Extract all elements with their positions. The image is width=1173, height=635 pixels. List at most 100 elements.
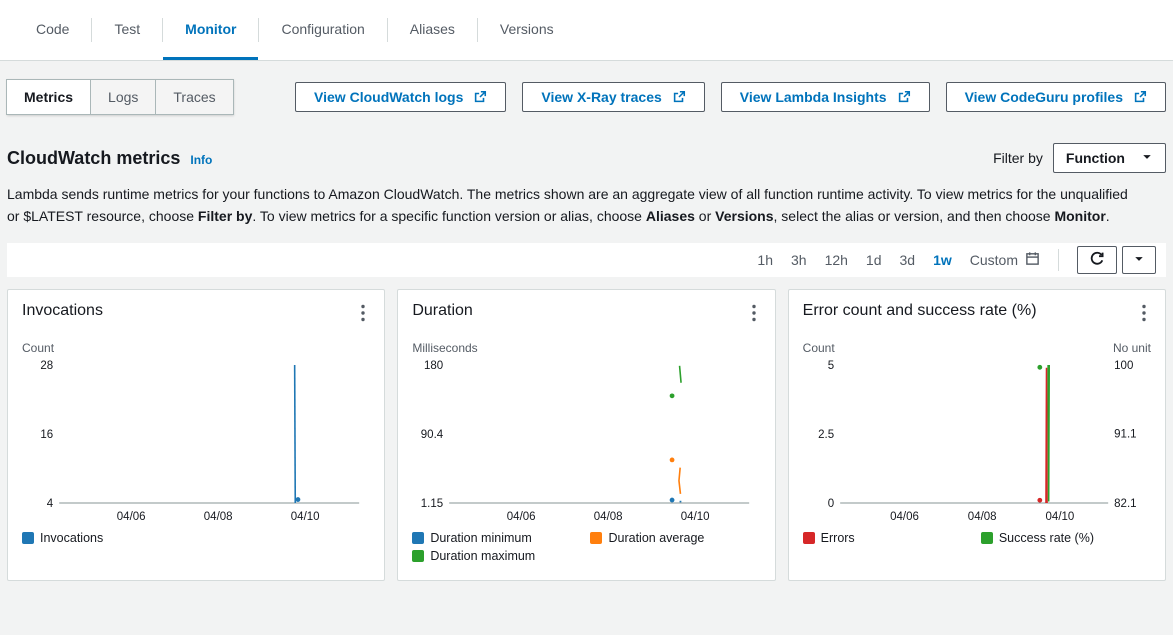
- external-view-buttons: View CloudWatch logs View X-Ray traces Vie…: [295, 82, 1166, 112]
- custom-range-button[interactable]: Custom: [970, 251, 1040, 269]
- tab-monitor[interactable]: Monitor: [163, 0, 258, 60]
- external-link-icon: [1133, 90, 1147, 104]
- legend-swatch: [590, 532, 602, 544]
- legend-swatch: [981, 532, 993, 544]
- legend-item-success-rate[interactable]: Success rate (%): [981, 531, 1151, 545]
- tab-versions[interactable]: Versions: [478, 0, 576, 60]
- refresh-button[interactable]: [1077, 246, 1117, 274]
- calendar-icon: [1025, 251, 1040, 269]
- chart-menu-button[interactable]: [356, 302, 370, 327]
- svg-text:28: 28: [40, 360, 53, 372]
- button-label: View X-Ray traces: [541, 89, 661, 105]
- y-axis-label: Milliseconds: [412, 341, 477, 355]
- external-link-icon: [672, 90, 686, 104]
- y-axis-label-right: No unit: [1113, 341, 1151, 355]
- time-range-toolbar: 1h 3h 12h 1d 3d 1w Custom: [7, 243, 1166, 277]
- tab-aliases[interactable]: Aliases: [388, 0, 477, 60]
- time-ranges: 1h 3h 12h 1d 3d 1w: [757, 252, 951, 268]
- chevron-down-icon: [1141, 150, 1153, 166]
- refresh-button-group: [1077, 246, 1156, 274]
- chart-header: Error count and success rate (%): [803, 302, 1151, 327]
- svg-text:1.15: 1.15: [421, 498, 443, 510]
- svg-text:5: 5: [827, 360, 833, 372]
- chart-card-error-count-and-success-rate: Error count and success rate (%) CountNo …: [788, 289, 1166, 581]
- time-range-1d[interactable]: 1d: [866, 252, 882, 268]
- svg-text:04/08: 04/08: [594, 511, 623, 523]
- svg-text:82.1: 82.1: [1114, 498, 1136, 510]
- external-link-icon: [897, 90, 911, 104]
- legend-item-errors[interactable]: Errors: [803, 531, 973, 545]
- filter-wrap: Filter by Function: [993, 143, 1166, 173]
- axis-unit-labels: Milliseconds: [412, 341, 760, 355]
- button-label: View Lambda Insights: [740, 89, 887, 105]
- legend-label: Errors: [821, 531, 855, 545]
- page-title: CloudWatch metrics: [7, 148, 180, 169]
- tab-code[interactable]: Code: [14, 0, 91, 60]
- view-codeguru-profiles-button[interactable]: View CodeGuru profiles: [946, 82, 1166, 112]
- chart-menu-button[interactable]: [1137, 302, 1151, 327]
- svg-text:91.1: 91.1: [1114, 429, 1136, 441]
- chart-menu-button[interactable]: [747, 302, 761, 327]
- legend-item-invocations[interactable]: Invocations: [22, 531, 192, 545]
- subtab-row: MetricsLogsTraces View CloudWatch logsVi…: [7, 79, 1166, 115]
- view-lambda-insights-button[interactable]: View Lambda Insights: [721, 82, 930, 112]
- chart-card-invocations: InvocationsCount2816404/0604/0804/10Invo…: [7, 289, 385, 581]
- svg-text:180: 180: [424, 360, 443, 372]
- legend-label: Success rate (%): [999, 531, 1094, 545]
- time-range-1h[interactable]: 1h: [757, 252, 773, 268]
- subtab-metrics[interactable]: Metrics: [6, 79, 91, 115]
- custom-label: Custom: [970, 252, 1018, 268]
- tab-test[interactable]: Test: [92, 0, 162, 60]
- chart-header: Invocations: [22, 302, 370, 327]
- refresh-options-button[interactable]: [1122, 246, 1156, 274]
- title-wrap: CloudWatch metrics Info: [7, 148, 212, 169]
- svg-text:2.5: 2.5: [818, 429, 834, 441]
- info-link[interactable]: Info: [190, 153, 212, 167]
- svg-text:0: 0: [827, 498, 833, 510]
- toolbar-divider: [1058, 249, 1059, 271]
- legend-swatch: [22, 532, 34, 544]
- svg-text:4: 4: [47, 498, 54, 510]
- monitor-content: MetricsLogsTraces View CloudWatch logsVi…: [0, 79, 1173, 581]
- filter-value: Function: [1066, 150, 1125, 166]
- time-range-3d[interactable]: 3d: [900, 252, 916, 268]
- description-text: Lambda sends runtime metrics for your fu…: [7, 183, 1135, 227]
- button-label: View CloudWatch logs: [314, 89, 463, 105]
- svg-text:04/08: 04/08: [967, 511, 996, 523]
- legend-swatch: [412, 550, 424, 562]
- y-axis-label: Count: [22, 341, 54, 355]
- lambda-monitor-page: CodeTestMonitorConfigurationAliasesVersi…: [0, 0, 1173, 581]
- subtab-traces[interactable]: Traces: [155, 79, 233, 115]
- filter-function-select[interactable]: Function: [1053, 143, 1166, 173]
- axis-unit-labels: CountNo unit: [803, 341, 1151, 355]
- view-x-ray-traces-button[interactable]: View X-Ray traces: [522, 82, 704, 112]
- time-range-3h[interactable]: 3h: [791, 252, 807, 268]
- axis-unit-labels: Count: [22, 341, 370, 355]
- legend-swatch: [803, 532, 815, 544]
- svg-text:16: 16: [40, 429, 53, 441]
- time-range-12h[interactable]: 12h: [825, 252, 848, 268]
- chart-title: Invocations: [22, 302, 103, 320]
- chart-plot: 52.5010091.182.104/0604/0804/10: [803, 357, 1151, 527]
- svg-text:04/10: 04/10: [1045, 511, 1074, 523]
- svg-text:04/08: 04/08: [204, 511, 233, 523]
- chart-legend: Errors Success rate (%): [803, 531, 1151, 545]
- monitor-subtabs: MetricsLogsTraces: [7, 79, 234, 115]
- chart-legend: Duration minimum Duration average Duration…: [412, 531, 760, 563]
- chevron-down-icon: [1133, 253, 1145, 268]
- chart-title: Error count and success rate (%): [803, 302, 1037, 320]
- tab-configuration[interactable]: Configuration: [259, 0, 386, 60]
- chart-header: Duration: [412, 302, 760, 327]
- legend-swatch: [412, 532, 424, 544]
- external-link-icon: [473, 90, 487, 104]
- button-label: View CodeGuru profiles: [965, 89, 1123, 105]
- chart-title: Duration: [412, 302, 472, 320]
- legend-item-duration-maximum[interactable]: Duration maximum: [412, 549, 582, 563]
- svg-text:04/06: 04/06: [507, 511, 536, 523]
- legend-item-duration-minimum[interactable]: Duration minimum: [412, 531, 582, 545]
- view-cloudwatch-logs-button[interactable]: View CloudWatch logs: [295, 82, 506, 112]
- subtab-logs[interactable]: Logs: [90, 79, 156, 115]
- legend-item-duration-average[interactable]: Duration average: [590, 531, 760, 545]
- legend-label: Invocations: [40, 531, 103, 545]
- time-range-1w[interactable]: 1w: [933, 252, 952, 268]
